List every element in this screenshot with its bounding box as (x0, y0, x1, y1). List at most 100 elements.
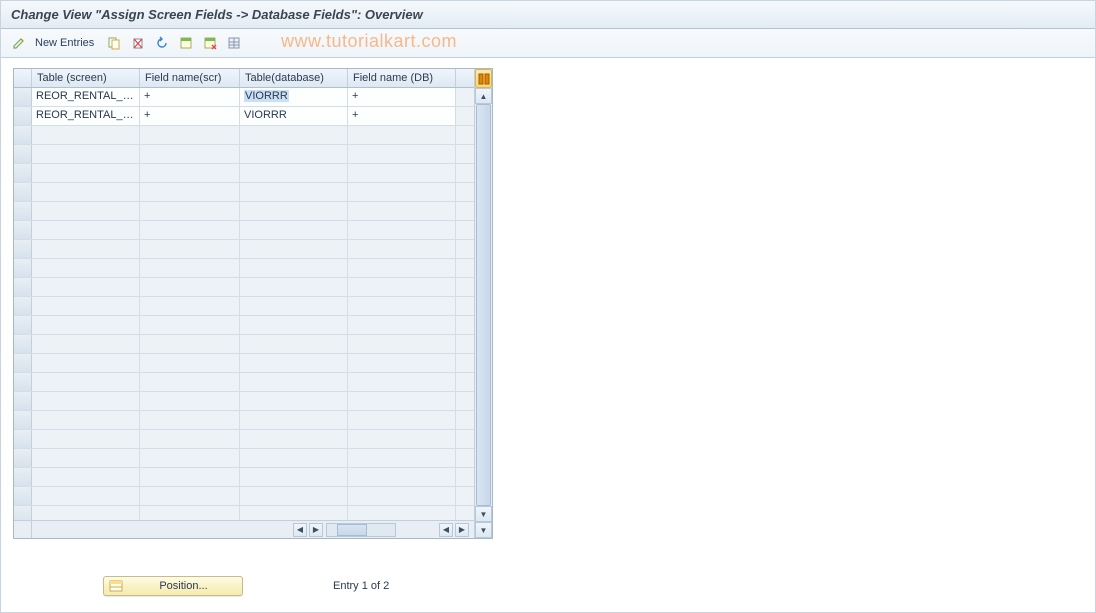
vscroll-thumb[interactable] (476, 104, 491, 506)
grid-cell[interactable] (348, 240, 456, 258)
grid-cell[interactable] (240, 335, 348, 353)
position-button[interactable]: Position... (103, 576, 243, 596)
grid-cell[interactable] (348, 297, 456, 315)
grid-cell[interactable] (32, 221, 140, 239)
row-selector[interactable] (14, 107, 32, 125)
grid-cell[interactable] (32, 126, 140, 144)
grid-cell[interactable] (140, 259, 240, 277)
grid-cell[interactable] (32, 316, 140, 334)
grid-cell[interactable] (32, 392, 140, 410)
undo-icon[interactable] (152, 33, 172, 53)
grid-cell[interactable] (240, 240, 348, 258)
grid-cell[interactable] (348, 278, 456, 296)
row-selector[interactable] (14, 164, 32, 182)
row-selector[interactable] (14, 126, 32, 144)
grid-cell[interactable] (240, 373, 348, 391)
grid-cell[interactable] (140, 183, 240, 201)
vscroll-track[interactable] (475, 104, 492, 506)
hscroll-track[interactable] (326, 523, 396, 537)
row-selector[interactable] (14, 278, 32, 296)
grid-cell[interactable] (140, 354, 240, 372)
vscroll-down2-icon[interactable]: ▼ (475, 522, 492, 538)
col-header-field-scr[interactable]: Field name(scr) (140, 69, 240, 87)
grid-cell[interactable] (32, 278, 140, 296)
row-selector[interactable] (14, 88, 32, 106)
grid-cell[interactable] (140, 278, 240, 296)
grid-cell[interactable]: + (348, 88, 456, 106)
grid-cell[interactable] (140, 240, 240, 258)
grid-cell[interactable] (240, 221, 348, 239)
grid-cell[interactable] (140, 430, 240, 448)
toggle-change-icon[interactable] (9, 33, 29, 53)
hscroll-thumb[interactable] (337, 524, 367, 536)
col-header-field-db[interactable]: Field name (DB) (348, 69, 456, 87)
grid-cell[interactable] (240, 411, 348, 429)
grid-cell[interactable] (32, 183, 140, 201)
deselect-all-icon[interactable] (200, 33, 220, 53)
new-entries-button[interactable]: New Entries (33, 37, 100, 49)
vscroll-up-icon[interactable]: ▲ (475, 88, 492, 104)
row-selector[interactable] (14, 487, 32, 505)
grid-cell[interactable] (348, 449, 456, 467)
grid-cell[interactable] (240, 126, 348, 144)
grid-cell[interactable]: + (140, 88, 240, 106)
grid-cell[interactable] (140, 297, 240, 315)
row-selector[interactable] (14, 259, 32, 277)
select-all-icon[interactable] (176, 33, 196, 53)
grid-cell[interactable]: + (348, 107, 456, 125)
delete-icon[interactable] (128, 33, 148, 53)
grid-cell[interactable] (240, 202, 348, 220)
grid-cell[interactable] (240, 297, 348, 315)
vscroll-down-icon[interactable]: ▼ (475, 506, 492, 522)
row-selector[interactable] (14, 373, 32, 391)
grid-cell[interactable] (348, 316, 456, 334)
grid-cell[interactable] (140, 487, 240, 505)
grid-cell[interactable]: REOR_RENTAL_RE.. (32, 107, 140, 125)
row-selector[interactable] (14, 411, 32, 429)
grid-cell[interactable] (240, 183, 348, 201)
grid-cell[interactable] (240, 316, 348, 334)
grid-cell[interactable] (348, 487, 456, 505)
grid-cell[interactable] (140, 335, 240, 353)
grid-cell[interactable] (32, 145, 140, 163)
grid-cell[interactable] (348, 392, 456, 410)
hscroll-last-icon[interactable]: ▶ (455, 523, 469, 537)
grid-cell[interactable] (32, 335, 140, 353)
grid-cell[interactable] (348, 164, 456, 182)
grid-cell[interactable] (348, 506, 456, 520)
grid-cell[interactable] (348, 468, 456, 486)
grid-cell[interactable]: VIORRR (240, 107, 348, 125)
grid-cell[interactable] (240, 145, 348, 163)
grid-cell[interactable] (240, 259, 348, 277)
grid-cell[interactable] (240, 468, 348, 486)
row-selector[interactable] (14, 183, 32, 201)
grid-cell[interactable] (348, 354, 456, 372)
grid-cell[interactable] (240, 164, 348, 182)
row-selector[interactable] (14, 449, 32, 467)
grid-cell[interactable]: + (140, 107, 240, 125)
grid-cell[interactable]: REOR_RENTAL_RE.. (32, 88, 140, 106)
grid-cell[interactable] (348, 335, 456, 353)
grid-cell[interactable] (32, 468, 140, 486)
grid-cell[interactable] (32, 373, 140, 391)
col-header-table-screen[interactable]: Table (screen) (32, 69, 140, 87)
grid-cell[interactable] (140, 392, 240, 410)
grid-cell[interactable] (240, 354, 348, 372)
grid-cell[interactable] (348, 259, 456, 277)
row-selector[interactable] (14, 354, 32, 372)
grid-cell[interactable] (140, 411, 240, 429)
grid-cell[interactable] (240, 506, 348, 520)
row-selector-header[interactable] (14, 69, 32, 87)
grid-cell[interactable] (348, 411, 456, 429)
row-selector[interactable] (14, 316, 32, 334)
grid-cell[interactable] (348, 183, 456, 201)
configure-columns-icon[interactable] (475, 69, 492, 88)
row-selector[interactable] (14, 221, 32, 239)
table-view-icon[interactable] (224, 33, 244, 53)
grid-cell[interactable] (348, 221, 456, 239)
grid-cell[interactable] (140, 164, 240, 182)
grid-cell[interactable] (140, 316, 240, 334)
grid-cell[interactable] (32, 259, 140, 277)
grid-cell[interactable] (32, 297, 140, 315)
grid-cell[interactable] (140, 126, 240, 144)
